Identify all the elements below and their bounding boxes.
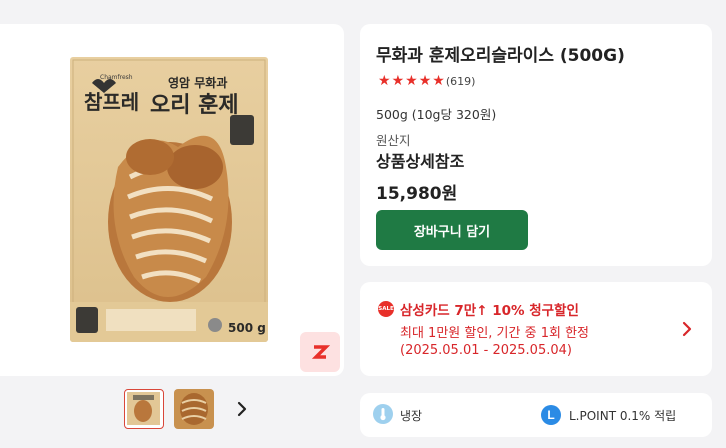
origin-value: 상품상세참조: [376, 152, 465, 171]
star-icon: ★: [378, 73, 391, 89]
sale-icon: SALE: [378, 301, 394, 317]
product-title: 무화과 훈제오리슬라이스 (500G): [376, 46, 625, 66]
promo-detail: 최대 1만원 할인, 기간 중 1회 한정: [400, 326, 589, 341]
thumbnail-2-image: [174, 389, 214, 429]
product-rating[interactable]: ★ ★ ★ ★ ★ (619): [378, 74, 475, 88]
package-brand: 참프레: [84, 90, 139, 114]
zigzag-badge[interactable]: [300, 332, 340, 372]
product-main-image[interactable]: 참프레 Chamfresh 영암 무화과 오리 훈제 500 g: [70, 57, 268, 342]
promo-card[interactable]: SALE 삼성카드 7만↑ 10% 청구할인 최대 1만원 할인, 기간 중 1…: [360, 282, 712, 376]
product-image-panel: 참프레 Chamfresh 영암 무화과 오리 훈제 500 g: [0, 24, 344, 376]
package-subtitle: 영암 무화과: [168, 75, 227, 90]
star-icon: ★: [418, 73, 432, 89]
rating-stars: ★ ★ ★ ★ ★: [378, 74, 445, 88]
thumbnail-strip: [124, 389, 214, 429]
unit-price: 500g (10g당 320원): [376, 107, 497, 122]
chevron-right-icon[interactable]: [680, 320, 694, 338]
product-package-illustration: 참프레 Chamfresh 영암 무화과 오리 훈제 500 g: [70, 57, 268, 342]
thumbnail-1-image: [127, 392, 160, 425]
thumbnail-2[interactable]: [174, 389, 214, 429]
add-to-cart-button[interactable]: 장바구니 담기: [376, 210, 528, 250]
origin-label: 원산지: [376, 133, 411, 148]
promo-title: 삼성카드 7만↑ 10% 청구할인: [400, 303, 579, 319]
product-attributes-card: 냉장 L L.POINT 0.1% 적립: [360, 393, 712, 437]
package-brand-en: Chamfresh: [100, 74, 133, 81]
chevron-right-icon[interactable]: [234, 399, 250, 419]
package-name: 오리 훈제: [150, 93, 239, 118]
lpoint-icon: L: [541, 405, 561, 425]
lpoint-reward: L.POINT 0.1% 적립: [569, 409, 677, 423]
product-info-card: 무화과 훈제오리슬라이스 (500G) ★ ★ ★ ★ ★ (619) 500g…: [360, 24, 712, 266]
promo-period: (2025.05.01 - 2025.05.04): [400, 343, 572, 358]
product-price: 15,980원: [376, 184, 458, 204]
thumbnail-1[interactable]: [124, 389, 164, 429]
storage-type: 냉장: [400, 409, 423, 423]
thermometer-icon: [373, 404, 393, 424]
review-count: (619): [445, 74, 476, 88]
star-icon: ★: [391, 73, 405, 89]
star-icon: ★: [432, 73, 445, 89]
star-icon: ★: [405, 73, 418, 89]
package-weight: 500 g: [228, 321, 266, 335]
zigzag-logo-icon: [311, 345, 330, 359]
